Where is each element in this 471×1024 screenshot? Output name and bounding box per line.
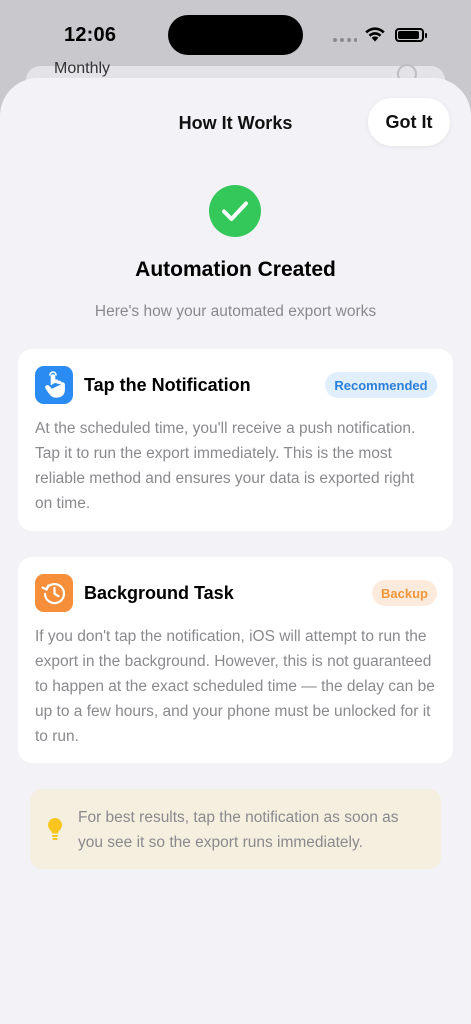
dynamic-island bbox=[168, 15, 303, 55]
card-body: At the scheduled time, you'll receive a … bbox=[35, 420, 416, 512]
headline: Automation Created bbox=[135, 258, 336, 281]
info-card-notification: Tap the Notification Recommended At the … bbox=[18, 349, 453, 531]
hand-tap-icon bbox=[35, 366, 73, 404]
status-bar: 12:06 bbox=[0, 0, 471, 66]
backup-badge: Backup bbox=[372, 580, 437, 606]
wifi-icon bbox=[365, 27, 385, 42]
background-sheet-label: Monthly bbox=[54, 60, 111, 77]
lightbulb-icon bbox=[48, 818, 62, 840]
subtitle: Here's how your automated export works bbox=[94, 303, 377, 320]
tip-text: For best results, tap the notification a… bbox=[78, 809, 399, 851]
recommended-badge: Recommended bbox=[325, 372, 437, 398]
got-it-button[interactable]: Got It bbox=[368, 98, 450, 146]
card-title: Background Task bbox=[84, 583, 234, 603]
tip-callout: For best results, tap the notification a… bbox=[30, 789, 441, 869]
card-title: Tap the Notification bbox=[84, 375, 251, 395]
clock-history-icon bbox=[35, 574, 73, 612]
battery-icon bbox=[395, 28, 427, 42]
status-time: 12:06 bbox=[64, 24, 117, 46]
checkmark-icon bbox=[209, 185, 261, 237]
info-card-background-task: Background Task Backup If you don't tap … bbox=[18, 557, 453, 763]
cellular-signal-icon bbox=[333, 38, 357, 44]
card-body: If you don't tap the notification, iOS w… bbox=[35, 628, 435, 745]
how-it-works-sheet: How It Works Got It Automation Created H… bbox=[0, 78, 471, 1024]
